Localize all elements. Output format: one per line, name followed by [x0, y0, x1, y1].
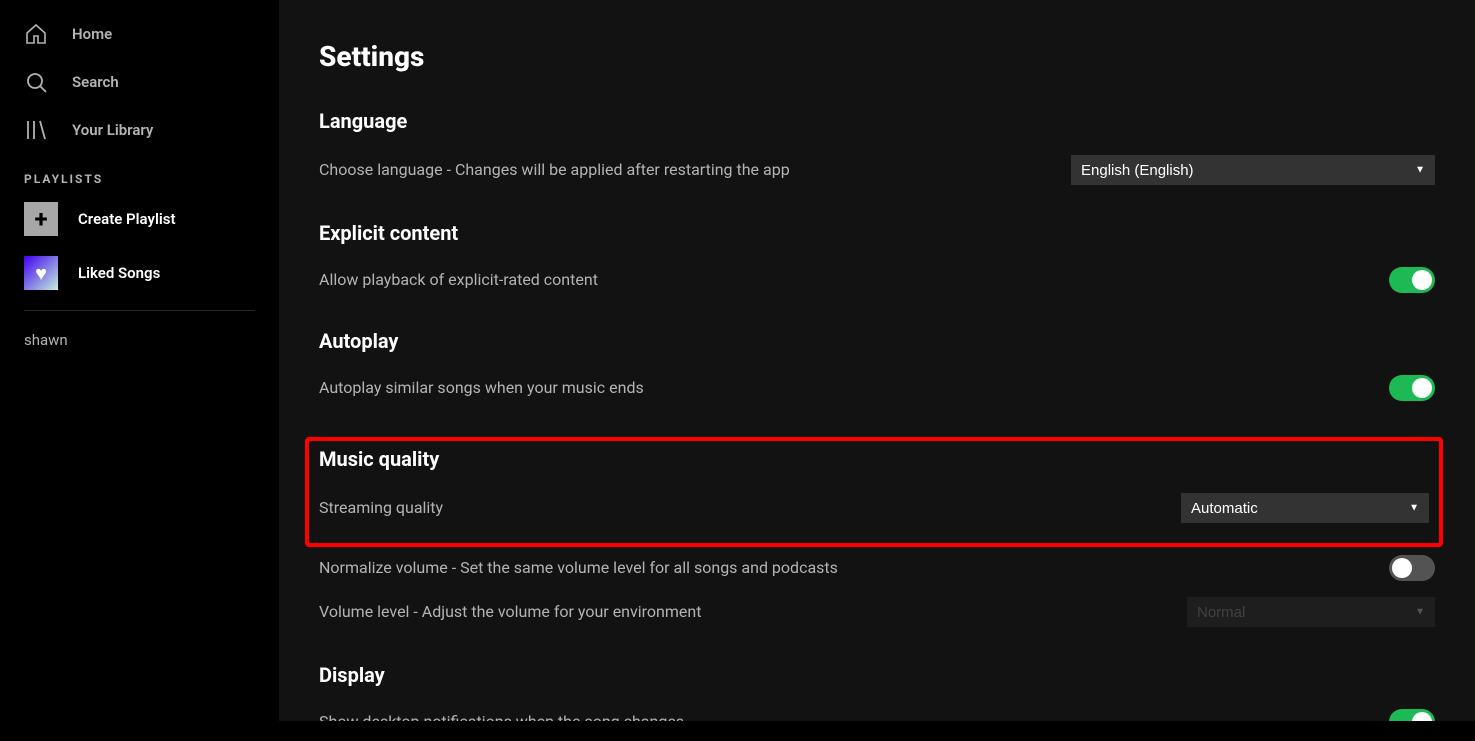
explicit-heading: Explicit content — [319, 221, 1435, 245]
nav-search-label: Search — [72, 73, 119, 91]
streaming-quality-select[interactable]: Automatic — [1181, 493, 1429, 523]
notifications-toggle[interactable] — [1389, 709, 1435, 721]
create-playlist-label: Create Playlist — [78, 210, 176, 228]
display-heading: Display — [319, 663, 1435, 687]
volume-level-label: Volume level - Adjust the volume for you… — [319, 601, 1187, 623]
home-icon — [24, 22, 48, 46]
explicit-toggle[interactable] — [1389, 267, 1435, 293]
language-heading: Language — [319, 109, 1435, 133]
playlists-header: PLAYLISTS — [0, 154, 279, 192]
autoplay-description: Autoplay similar songs when your music e… — [319, 377, 1389, 399]
nav-library-label: Your Library — [72, 121, 153, 139]
liked-songs-label: Liked Songs — [78, 264, 160, 282]
language-description: Choose language - Changes will be applie… — [319, 159, 1071, 181]
highlight-annotation: Music quality Streaming quality Automati… — [305, 437, 1443, 547]
page-title: Settings — [319, 40, 1435, 73]
liked-songs[interactable]: ♥ Liked Songs — [0, 246, 279, 300]
user-playlist-item[interactable]: shawn — [0, 321, 279, 359]
heart-icon: ♥ — [24, 256, 58, 290]
library-icon — [24, 118, 48, 142]
create-playlist[interactable]: + Create Playlist — [0, 192, 279, 246]
music-quality-heading: Music quality — [319, 447, 1429, 471]
normalize-volume-label: Normalize volume - Set the same volume l… — [319, 557, 1389, 579]
section-music-quality: Music quality Streaming quality Automati… — [319, 437, 1435, 635]
notifications-label: Show desktop notifications when the song… — [319, 711, 1389, 721]
bottom-bar — [0, 721, 1475, 741]
volume-level-select: Normal — [1187, 597, 1435, 627]
section-autoplay: Autoplay Autoplay similar songs when you… — [319, 329, 1435, 409]
autoplay-toggle[interactable] — [1389, 375, 1435, 401]
streaming-quality-label: Streaming quality — [319, 497, 1181, 519]
plus-icon: + — [24, 202, 58, 236]
normalize-volume-toggle[interactable] — [1389, 555, 1435, 581]
language-select[interactable]: English (English) — [1071, 155, 1435, 185]
nav-home[interactable]: Home — [0, 10, 279, 58]
section-language: Language Choose language - Changes will … — [319, 109, 1435, 193]
nav-library[interactable]: Your Library — [0, 106, 279, 154]
nav-home-label: Home — [72, 25, 112, 43]
settings-main: Settings Language Choose language - Chan… — [279, 0, 1475, 721]
section-display: Display Show desktop notifications when … — [319, 663, 1435, 721]
nav-search[interactable]: Search — [0, 58, 279, 106]
sidebar-divider — [24, 310, 255, 311]
explicit-description: Allow playback of explicit-rated content — [319, 269, 1389, 291]
autoplay-heading: Autoplay — [319, 329, 1435, 353]
sidebar: Home Search Your Library PLAYLISTS + Cre… — [0, 0, 279, 721]
section-explicit: Explicit content Allow playback of expli… — [319, 221, 1435, 301]
search-icon — [24, 70, 48, 94]
